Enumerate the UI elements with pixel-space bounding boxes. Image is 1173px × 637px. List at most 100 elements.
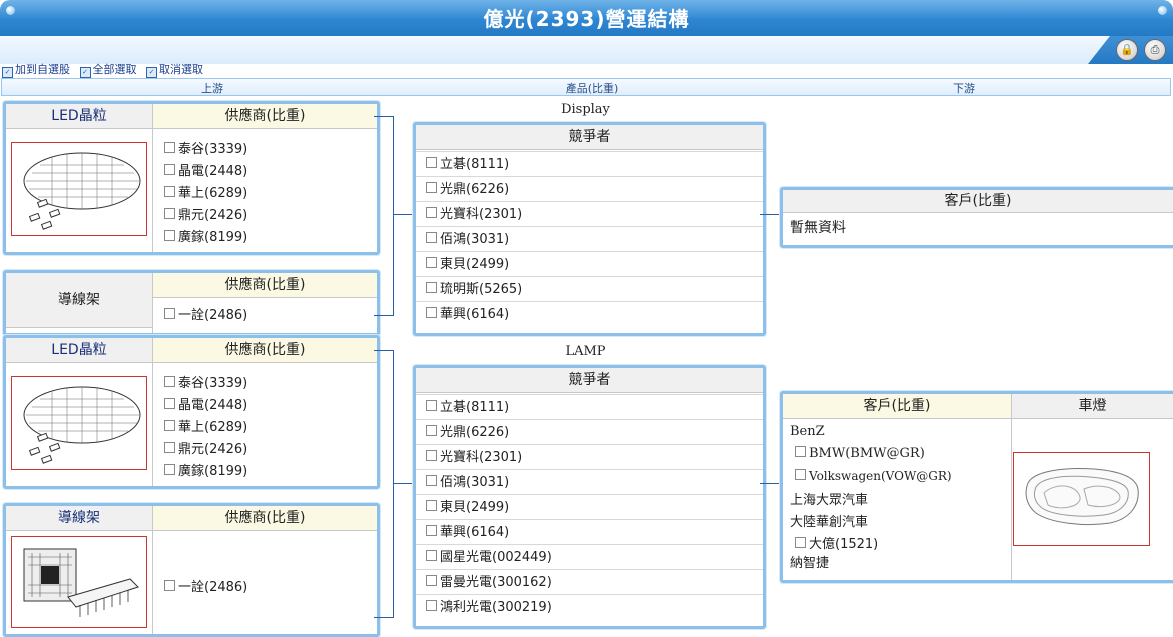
competitor-item[interactable]: 東貝(2499) — [416, 494, 763, 519]
supplier-item[interactable]: 泰谷(3339) — [164, 138, 247, 157]
competitor-item[interactable]: 琉明斯(5265) — [416, 276, 763, 301]
customer-label: 納智捷 — [790, 556, 830, 571]
supplier-label: 泰谷(3339) — [178, 376, 248, 391]
supplier-item[interactable]: 一詮(2486) — [164, 304, 247, 323]
customer-box: 客戶(比重) 暫無資料 — [780, 187, 1173, 248]
competitor-item[interactable]: 佰鴻(3031) — [416, 226, 763, 251]
customer-item[interactable]: Volkswagen(VOW@GR) — [795, 469, 952, 483]
checkbox[interactable] — [164, 464, 175, 475]
competitor-item[interactable]: 光寶科(2301) — [416, 444, 763, 469]
deselect-all-label: 取消選取 — [159, 63, 203, 76]
supplier-label: 晶電(2448) — [178, 164, 248, 179]
competitor-label: 光鼎(6226) — [440, 425, 510, 440]
customer-item: BenZ — [790, 424, 825, 439]
connector — [374, 116, 394, 117]
competitor-item[interactable]: 光鼎(6226) — [416, 419, 763, 444]
competitor-item[interactable]: 華興(6164) — [416, 301, 763, 326]
product-label: Display — [561, 102, 610, 117]
checkbox[interactable] — [426, 525, 437, 536]
supplier-item[interactable]: 鼎元(2426) — [164, 204, 247, 223]
checkbox[interactable] — [426, 307, 437, 318]
divider — [152, 104, 153, 252]
add-to-watchlist-link[interactable]: ✓ 加到自選股 — [2, 63, 70, 78]
customer-header: 客戶(比重) — [783, 190, 1173, 213]
connector — [374, 617, 394, 618]
competitor-box: 競爭者 立碁(8111) 光鼎(6226) 光寶科(2301) 佰鴻(3031)… — [413, 122, 766, 336]
checkbox[interactable] — [426, 450, 437, 461]
checkbox[interactable] — [426, 400, 437, 411]
competitor-item[interactable]: 東貝(2499) — [416, 251, 763, 276]
competitor-label: 光鼎(6226) — [440, 182, 510, 197]
checkbox[interactable] — [164, 420, 175, 431]
checkbox[interactable] — [426, 500, 437, 511]
checkbox-arrow-icon: ✓ — [79, 67, 91, 78]
customer-label: 大陸華創汽車 — [790, 515, 869, 530]
checkbox[interactable] — [426, 425, 437, 436]
competitor-item[interactable]: 立碁(8111) — [416, 151, 763, 176]
checkbox[interactable] — [164, 186, 175, 197]
competitor-label: 光寶科(2301) — [440, 207, 523, 222]
supplier-item[interactable]: 鼎元(2426) — [164, 438, 247, 457]
checkbox[interactable] — [795, 469, 806, 480]
competitor-item[interactable]: 國星光電(002449) — [416, 544, 763, 569]
supplier-item[interactable]: 晶電(2448) — [164, 394, 247, 413]
checkbox[interactable] — [426, 257, 437, 268]
competitor-label: 東貝(2499) — [440, 257, 510, 272]
checkbox[interactable] — [164, 230, 175, 241]
supplier-item[interactable]: 一詮(2486) — [164, 576, 247, 595]
competitor-label: 立碁(8111) — [440, 400, 510, 415]
checkbox[interactable] — [795, 537, 806, 548]
competitor-item[interactable]: 雷曼光電(300162) — [416, 569, 763, 594]
checkbox[interactable] — [164, 376, 175, 387]
connector — [393, 116, 394, 316]
competitor-item[interactable]: 華興(6164) — [416, 519, 763, 544]
supplier-item[interactable]: 廣鎵(8199) — [164, 460, 247, 479]
competitor-item[interactable]: 佰鴻(3031) — [416, 469, 763, 494]
checkbox[interactable] — [795, 446, 806, 457]
upstream-category: LED晶粒 — [6, 338, 152, 363]
checkbox[interactable] — [164, 580, 175, 591]
competitor-label: 琉明斯(5265) — [440, 282, 523, 297]
supplier-item[interactable]: 泰谷(3339) — [164, 372, 247, 391]
connector — [393, 350, 394, 618]
checkbox[interactable] — [164, 142, 175, 153]
checkbox[interactable] — [164, 308, 175, 319]
checkbox[interactable] — [426, 157, 437, 168]
checkbox[interactable] — [426, 232, 437, 243]
supplier-item[interactable]: 廣鎵(8199) — [164, 226, 247, 245]
competitor-item[interactable]: 鴻利光電(300219) — [416, 594, 763, 619]
checkbox[interactable] — [164, 442, 175, 453]
checkbox[interactable] — [426, 207, 437, 218]
checkbox[interactable] — [426, 475, 437, 486]
customer-item: 納智捷 — [790, 552, 829, 571]
supplier-header: 供應商(比重) — [153, 273, 377, 298]
lock-icon[interactable]: 🔒 — [1116, 39, 1138, 61]
connector — [760, 483, 780, 484]
upstream-box-led-chip: LED晶粒 供應商(比重) 泰谷(3339) 晶電(2448) 華上(6289)… — [3, 335, 380, 489]
customer-item[interactable]: BMW(BMW@GR) — [795, 446, 925, 461]
supplier-item[interactable]: 晶電(2448) — [164, 160, 247, 179]
competitor-item[interactable]: 光鼎(6226) — [416, 176, 763, 201]
competitor-item[interactable]: 立碁(8111) — [416, 394, 763, 419]
checkbox[interactable] — [426, 282, 437, 293]
printer-icon[interactable]: ⎙ — [1144, 39, 1166, 61]
select-all-link[interactable]: ✓ 全部選取 — [79, 63, 137, 78]
checkbox[interactable] — [426, 182, 437, 193]
supplier-item[interactable]: 華上(6289) — [164, 182, 247, 201]
competitor-label: 東貝(2499) — [440, 500, 510, 515]
checkbox[interactable] — [164, 164, 175, 175]
checkbox[interactable] — [164, 398, 175, 409]
checkbox[interactable] — [426, 550, 437, 561]
checkbox-arrow-icon: ✓ — [2, 67, 13, 78]
competitor-header: 競爭者 — [416, 125, 763, 150]
customer-item[interactable]: 大億(1521) — [795, 533, 878, 552]
checkbox[interactable] — [164, 208, 175, 219]
checkbox[interactable] — [426, 600, 437, 611]
deselect-all-link[interactable]: ✓ 取消選取 — [146, 63, 203, 78]
led-wafer-image — [11, 376, 147, 470]
checkbox[interactable] — [426, 575, 437, 586]
supplier-item[interactable]: 華上(6289) — [164, 416, 247, 435]
toolbar-tab: 🔒 ⎙ — [1088, 36, 1173, 64]
competitor-item[interactable]: 光寶科(2301) — [416, 201, 763, 226]
page-title: 億光(2393)營運結構 — [483, 7, 690, 31]
